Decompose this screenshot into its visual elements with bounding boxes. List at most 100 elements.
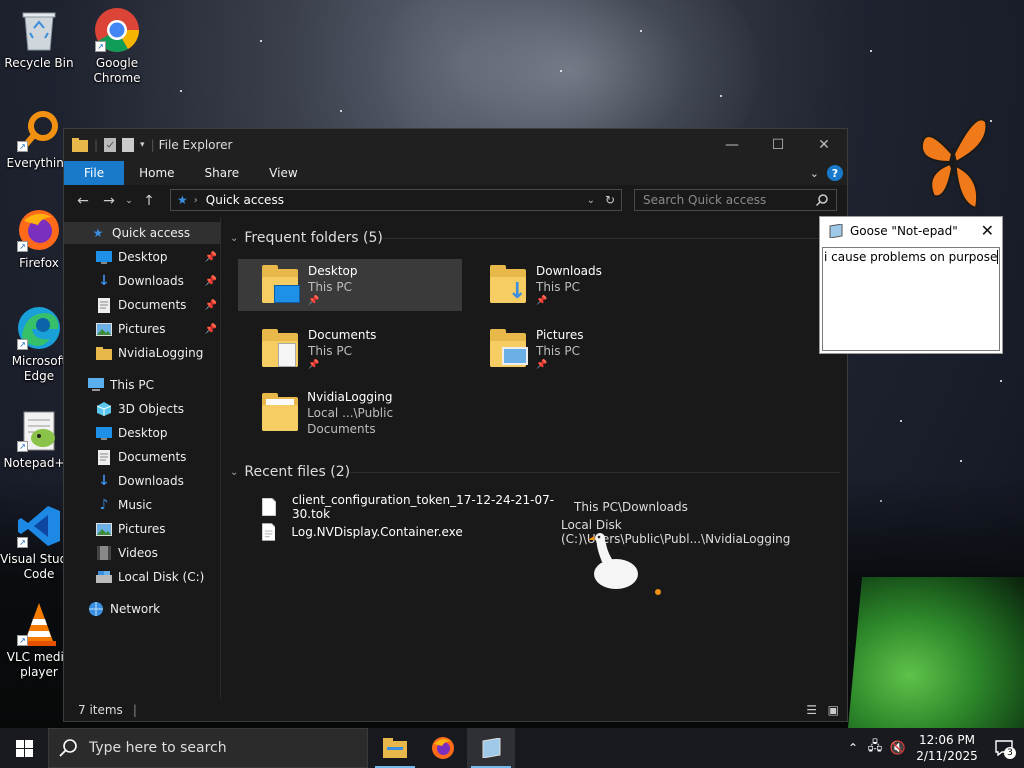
sidebar-item-label: Music (118, 498, 153, 512)
notification-center-button[interactable]: 3 (984, 728, 1024, 768)
recent-file-row[interactable]: Log.NVDisplay.Container.exe Local Disk (… (262, 518, 842, 546)
show-hidden-icons-icon[interactable]: ⌃ (842, 741, 864, 755)
sidebar-item-desktop[interactable]: Desktop (64, 422, 221, 444)
shortcut-arrow-icon: ↗ (17, 339, 28, 350)
sidebar-item-pictures[interactable]: Pictures (64, 518, 221, 540)
sidebar-item-network[interactable]: Network (64, 598, 221, 620)
frequent-folders-header[interactable]: ⌄ Frequent folders (5) (230, 227, 383, 249)
goose-notepad-text: i cause problems on purpose (824, 250, 998, 264)
clock[interactable]: 12:06 PM 2/11/2025 (910, 732, 984, 764)
minimize-button[interactable]: — (709, 129, 755, 161)
address-dropdown-icon[interactable]: ⌄ (587, 195, 595, 206)
sidebar-item-documents[interactable]: Documents 📌 (64, 294, 221, 316)
tile-name: Pictures (536, 328, 584, 342)
file-name: Log.NVDisplay.Container.exe (291, 525, 463, 539)
title-bar[interactable]: | ▾ | File Explorer — ☐ ✕ (64, 129, 847, 161)
maximize-button[interactable]: ☐ (755, 129, 801, 161)
sidebar-item-nvidialogging[interactable]: NvidiaLogging (64, 342, 221, 364)
recent-locations-button[interactable]: ⌄ (122, 188, 136, 214)
goose-sprite (588, 532, 670, 605)
goose-notepad-window[interactable]: Goose "Not-epad" ✕ i cause problems on p… (819, 216, 1003, 354)
forward-button[interactable]: → (96, 188, 122, 214)
up-button[interactable]: ↑ (136, 188, 162, 214)
group-divider (350, 472, 840, 473)
sidebar-item-local-disk[interactable]: Local Disk (C:) (64, 566, 221, 588)
tab-share[interactable]: Share (190, 161, 255, 185)
goose-notepad-textarea[interactable]: i cause problems on purpose (822, 247, 1000, 351)
properties-icon[interactable] (104, 138, 117, 152)
sidebar-item-music[interactable]: ♪ Music (64, 494, 221, 516)
desktop-icon-recycle-bin[interactable]: Recycle Bin (4, 6, 74, 71)
group-title: Frequent folders (5) (244, 230, 383, 246)
sidebar-item-label: NvidiaLogging (118, 346, 204, 360)
notepadpp-icon: ↗ (15, 406, 63, 454)
address-bar[interactable]: ★ › Quick access ⌄ ↻ (170, 189, 622, 211)
star-icon: ★ (177, 193, 188, 207)
collapse-chevron-icon: ⌄ (230, 232, 239, 244)
network-status-icon[interactable]: 🖧 (864, 737, 886, 759)
pin-icon: 📌 (536, 360, 548, 370)
qat-dropdown-icon[interactable]: ▾ (140, 140, 145, 150)
shortcut-arrow-icon: ↗ (95, 41, 106, 52)
music-icon: ♪ (99, 497, 109, 513)
content-pane: ⌄ Frequent folders (5) Desktop This PC 📌… (222, 217, 847, 701)
tab-home[interactable]: Home (124, 161, 189, 185)
taskbar-search-input[interactable]: Type here to search (48, 728, 368, 768)
quick-access-toolbar: | ▾ | (64, 129, 155, 161)
documents-icon (96, 297, 112, 313)
sidebar-item-label: Documents (118, 450, 187, 464)
expand-ribbon-icon[interactable]: ⌄ (810, 167, 819, 180)
sidebar-item-pictures[interactable]: Pictures 📌 (64, 318, 221, 340)
chrome-icon: ↗ (93, 6, 141, 54)
sidebar-item-3d-objects[interactable]: 3D Objects (64, 398, 221, 420)
group-divider (382, 238, 840, 239)
window-title: File Explorer (158, 138, 233, 152)
file-explorer-window[interactable]: | ▾ | File Explorer — ☐ ✕ File Home Shar… (63, 128, 848, 722)
pictures-folder-icon (488, 327, 528, 371)
taskbar-firefox[interactable] (419, 728, 467, 768)
pin-icon: 📌 (308, 296, 320, 306)
goose-notepad-title: Goose "Not-epad" (850, 224, 958, 238)
drive-icon (96, 569, 112, 585)
folder-tile-desktop[interactable]: Desktop This PC 📌 (238, 259, 462, 311)
sidebar-item-quick-access[interactable]: ★ Quick access (64, 222, 221, 244)
recent-file-row[interactable]: client_configuration_token_17-12-24-21-0… (262, 493, 842, 521)
large-icons-view-icon[interactable]: ▣ (828, 703, 839, 717)
recent-files-header[interactable]: ⌄ Recent files (2) (230, 461, 350, 483)
help-icon[interactable]: ? (827, 165, 843, 181)
back-button[interactable]: ← (70, 188, 96, 214)
vlc-icon: ↗ (15, 600, 63, 648)
folder-tile-pictures[interactable]: Pictures This PC 📌 (466, 323, 690, 375)
refresh-icon[interactable]: ↻ (605, 193, 615, 207)
sidebar-item-downloads[interactable]: ↓ Downloads (64, 470, 221, 492)
file-icon (262, 498, 276, 516)
desktop-icon-label: Everything (6, 156, 72, 170)
folder-tile-nvidialogging[interactable]: NvidiaLogging Local ...\Public Documents (238, 387, 462, 439)
breadcrumb-chevron-icon: › (193, 194, 198, 206)
goose-notepad-titlebar[interactable]: Goose "Not-epad" ✕ (820, 217, 1002, 245)
details-view-icon[interactable]: ☰ (806, 703, 817, 717)
close-icon[interactable]: ✕ (981, 221, 994, 240)
close-button[interactable]: ✕ (801, 129, 847, 161)
taskbar-file-explorer[interactable] (371, 728, 419, 768)
sidebar-item-videos[interactable]: Videos (64, 542, 221, 564)
tile-name: Desktop (308, 264, 358, 278)
volume-muted-icon[interactable]: 🔇 (886, 741, 910, 756)
sidebar-item-downloads[interactable]: ↓ Downloads 📌 (64, 270, 221, 292)
folder-tile-documents[interactable]: Documents This PC 📌 (238, 323, 462, 375)
sidebar-item-label: Network (110, 602, 161, 616)
new-folder-icon[interactable] (122, 138, 135, 152)
folder-tile-downloads[interactable]: ↓ Downloads This PC 📌 (466, 259, 690, 311)
tab-view[interactable]: View (254, 161, 312, 185)
sidebar-item-desktop[interactable]: Desktop 📌 (64, 246, 221, 268)
tab-file[interactable]: File (64, 161, 125, 185)
search-input[interactable]: Search Quick access (634, 189, 837, 211)
desktop-icon-chrome[interactable]: ↗ Google Chrome (82, 6, 152, 86)
taskbar-goose-notepad[interactable] (467, 728, 515, 768)
sidebar-item-this-pc[interactable]: This PC (64, 374, 221, 396)
sidebar-item-documents[interactable]: Documents (64, 446, 221, 468)
desktop-icon-label: VLC media player (6, 650, 72, 679)
search-icon (59, 739, 77, 757)
desktop-icon (96, 425, 112, 441)
start-button[interactable] (0, 728, 48, 768)
